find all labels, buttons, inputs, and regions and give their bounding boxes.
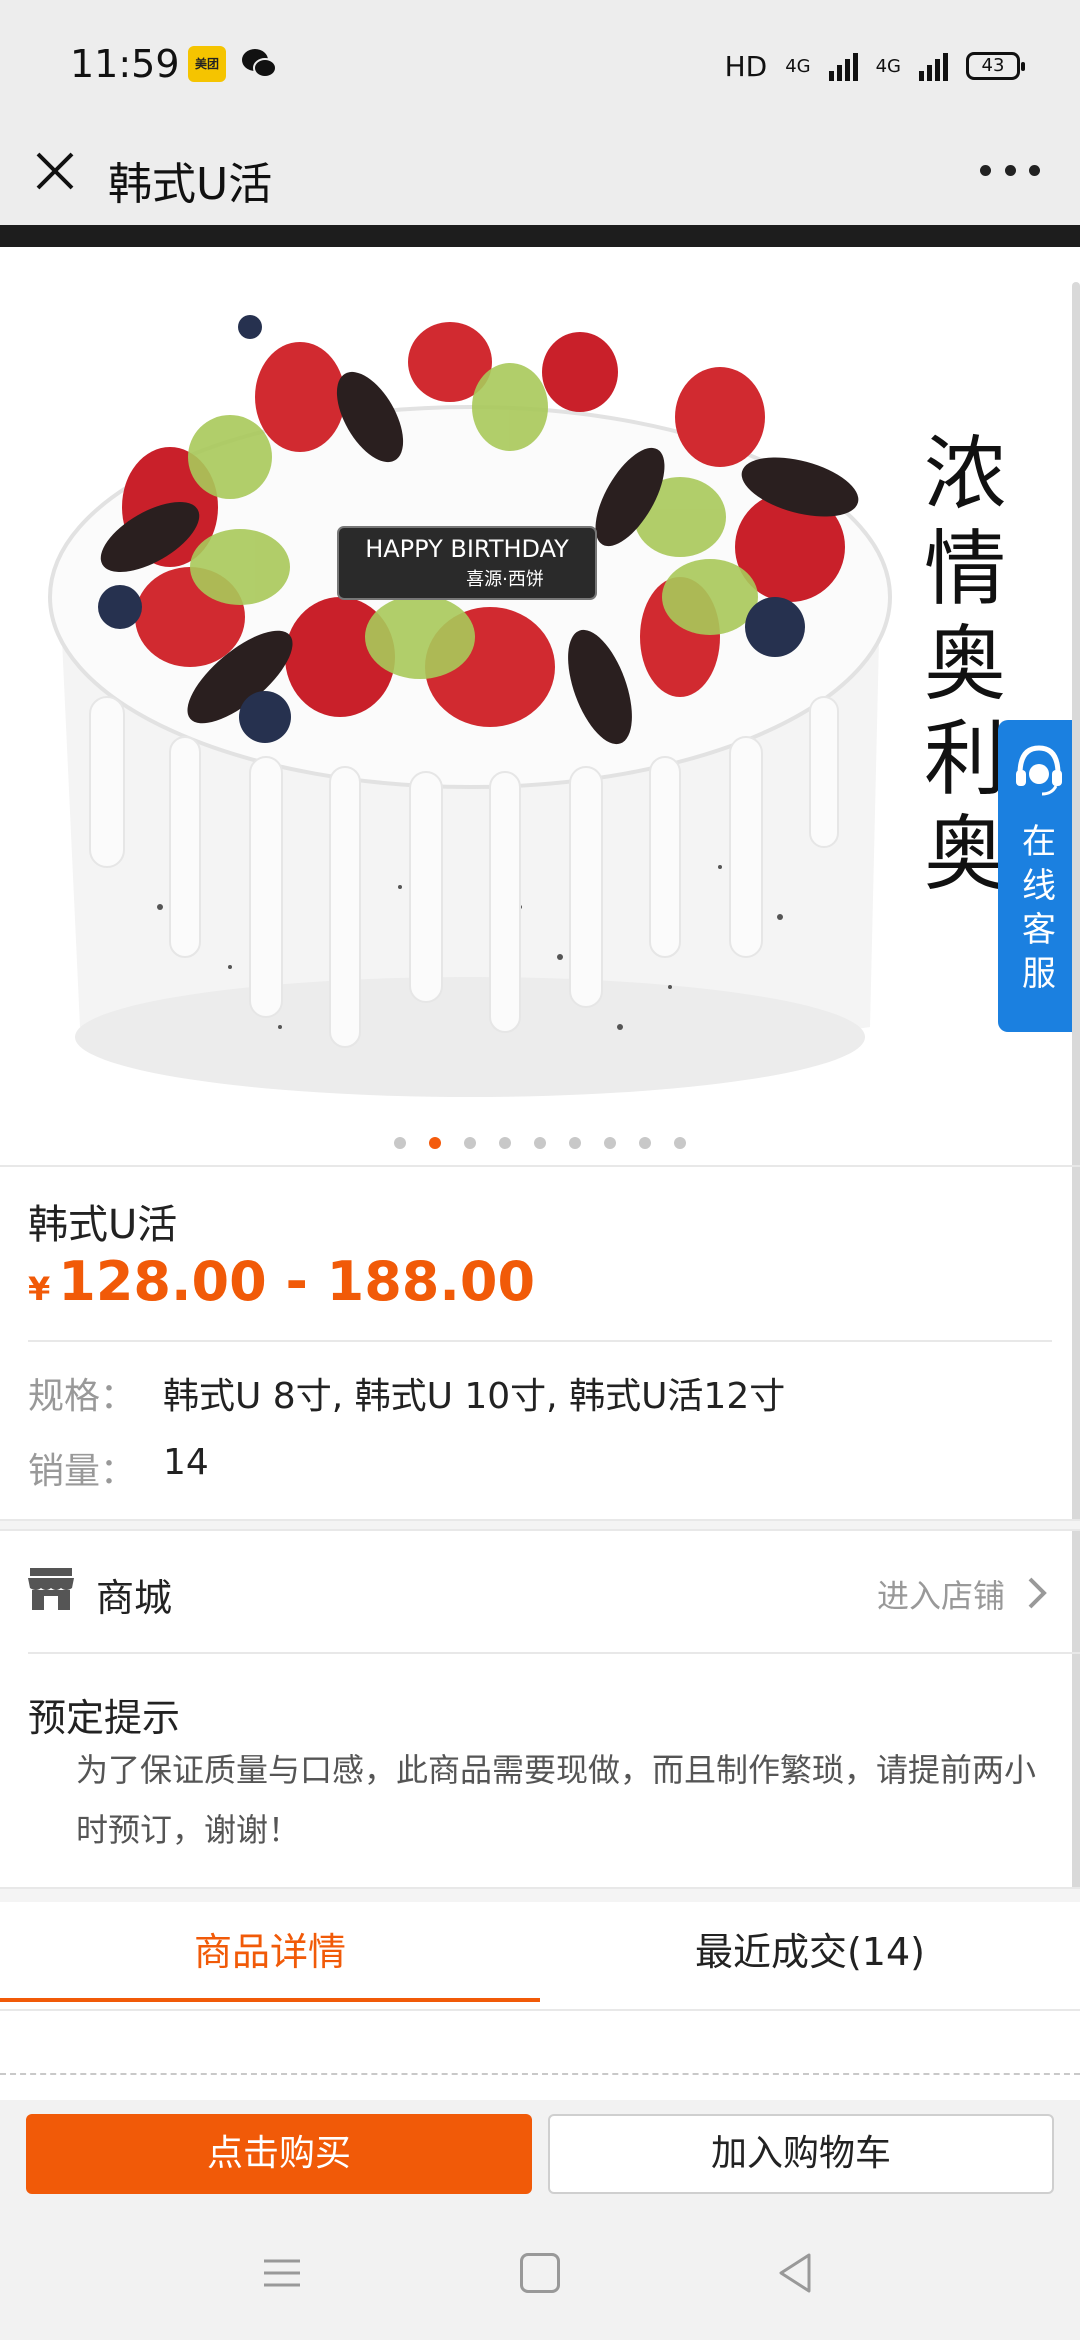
detail-tabs: 商品详情 最近成交(14): [0, 1902, 1080, 2002]
status-time: 11:59: [70, 42, 180, 86]
divider: [28, 1340, 1052, 1342]
product-name: 韩式U活: [28, 1202, 178, 1248]
header-divider: [0, 225, 1080, 247]
system-nav-bar: [0, 2205, 1080, 2340]
carousel-dot[interactable]: [499, 1137, 511, 1149]
carousel-dot[interactable]: [674, 1137, 686, 1149]
add-to-cart-button[interactable]: 加入购物车: [548, 2114, 1054, 2194]
carousel-dot[interactable]: [569, 1137, 581, 1149]
scrollbar[interactable]: [1072, 282, 1080, 1922]
product-page: HAPPY BIRTHDAY 喜源·西饼 浓情奥利奥 在线客服 韩式U活 ¥12…: [0, 247, 1080, 2100]
headset-icon: [1016, 745, 1062, 796]
home-icon[interactable]: [520, 2253, 560, 2293]
store-icon: [28, 1568, 74, 1610]
booking-notice-text: 为了保证质量与口感，此商品需要现做，而且制作繁琐，请提前两小时预订，谢谢！: [76, 1751, 1037, 1849]
sales-label: 销量：: [28, 1451, 137, 1492]
carousel-dot[interactable]: [394, 1137, 406, 1149]
carousel-dot[interactable]: [429, 1137, 441, 1149]
meituan-app-icon: 美团: [188, 46, 226, 82]
booking-notice-title: 预定提示: [28, 1696, 181, 1740]
back-icon[interactable]: [775, 2251, 815, 2295]
online-service-button[interactable]: 在线客服: [998, 720, 1080, 1032]
carousel-dot[interactable]: [639, 1137, 651, 1149]
product-image-carousel[interactable]: HAPPY BIRTHDAY 喜源·西饼 浓情奥利奥 在线客服: [0, 247, 1080, 1167]
shop-label: 商城: [96, 1576, 173, 1620]
divider: [0, 2009, 1080, 2011]
section-gap: [0, 1887, 1080, 1902]
cake-vertical-title: 浓情奥利奥: [923, 427, 1006, 902]
bottom-action-bar: 点击购买 加入购物车: [0, 2100, 1080, 2205]
spec-value: 韩式U 8寸, 韩式U 10寸, 韩式U活12寸: [163, 1376, 786, 1417]
status-indicators: HD 4G 4G 43: [724, 46, 1025, 86]
chevron-right-icon[interactable]: [1022, 1575, 1052, 1611]
online-service-label: 在线客服: [1022, 822, 1056, 994]
cake-plaque-text: HAPPY BIRTHDAY: [365, 535, 569, 563]
wechat-icon: [242, 49, 277, 78]
signal-1-label: 4G: [785, 55, 811, 77]
carousel-dot[interactable]: [604, 1137, 616, 1149]
carousel-indicator: [0, 1137, 1080, 1149]
dashed-divider: [0, 2073, 1080, 2075]
sales-value: 14: [163, 1442, 209, 1483]
enter-store-link[interactable]: 进入店铺: [877, 1571, 1005, 1617]
menu-icon[interactable]: [262, 2255, 302, 2291]
tab-recent-transactions[interactable]: 最近成交(14): [540, 1902, 1080, 2002]
spec-label: 规格：: [28, 1376, 137, 1417]
signal-1-icon: [828, 51, 858, 81]
carousel-dot[interactable]: [534, 1137, 546, 1149]
signal-2-icon: [919, 51, 948, 81]
divider: [28, 1652, 1080, 1654]
cake-plaque-sub: 喜源·西饼: [466, 569, 544, 590]
close-icon[interactable]: [30, 146, 80, 196]
product-price: ¥128.00 - 188.00: [28, 1250, 535, 1313]
carousel-dot[interactable]: [464, 1137, 476, 1149]
cake-image: HAPPY BIRTHDAY 喜源·西饼: [48, 315, 892, 1097]
page-title: 韩式U活: [108, 159, 273, 210]
hd-indicator: HD: [724, 49, 768, 83]
price-value: 128.00 - 188.00: [58, 1250, 536, 1313]
section-gap: [0, 1519, 1080, 1531]
tab-product-details[interactable]: 商品详情: [0, 1902, 540, 2002]
divider: [0, 1165, 1080, 1167]
currency-symbol: ¥: [28, 1270, 51, 1308]
more-options-icon[interactable]: [980, 160, 1040, 180]
buy-now-button[interactable]: 点击购买: [26, 2114, 532, 2194]
title-bar: 韩式U活: [0, 130, 1080, 225]
signal-2-label: 4G: [875, 55, 901, 77]
battery-icon: 43: [966, 52, 1025, 80]
status-bar: 11:59 美团 HD 4G 4G 43: [0, 0, 1080, 130]
